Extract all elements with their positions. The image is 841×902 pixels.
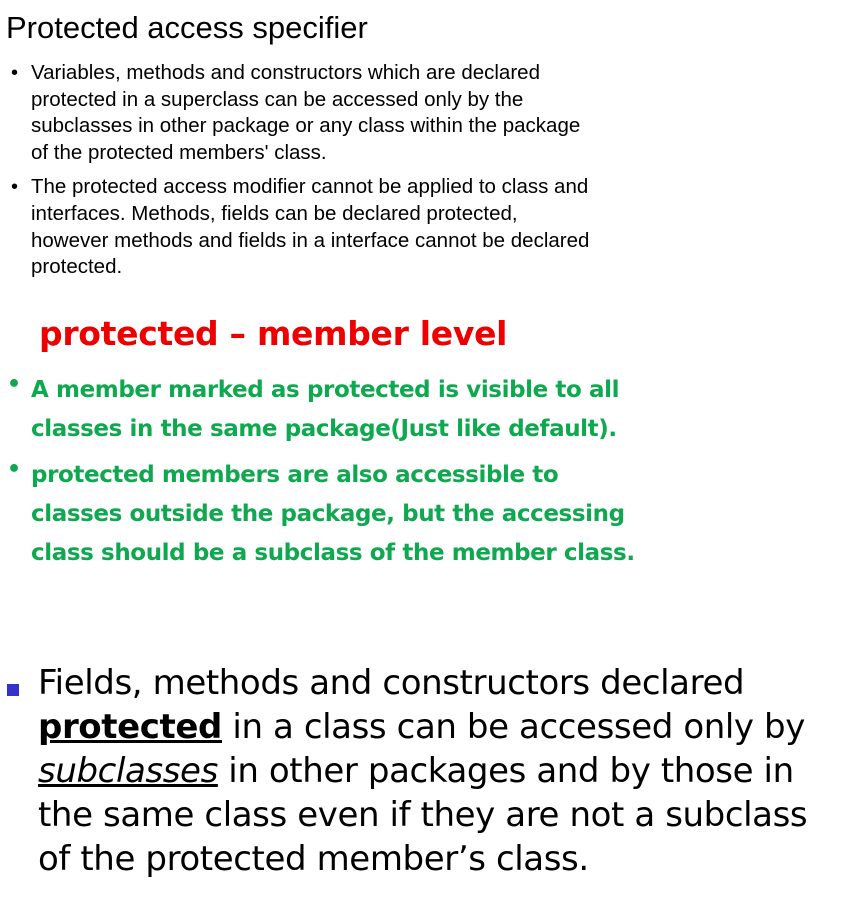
specifier-bullet-list: • Variables, methods and constructors wh… xyxy=(0,60,600,289)
bullet-icon: • xyxy=(7,457,21,482)
list-item-text: Variables, methods and constructors whic… xyxy=(31,61,581,164)
summary-text: Fields, methods and constructors declare… xyxy=(38,661,818,881)
list-item-text: protected members are also accessible to… xyxy=(31,462,635,566)
list-item-text: A member marked as protected is visible … xyxy=(31,377,620,442)
member-level-heading: protected – member level xyxy=(39,314,508,353)
member-level-bullet-list: • A member marked as protected is visibl… xyxy=(0,371,640,580)
bullet-icon: • xyxy=(11,62,19,84)
list-item: • Variables, methods and constructors wh… xyxy=(0,60,600,166)
bullet-icon: • xyxy=(11,176,19,199)
subclasses-emphasis: subclasses xyxy=(38,751,218,791)
summary-part-1: Fields, methods and constructors declare… xyxy=(38,663,745,703)
list-item: • A member marked as protected is visibl… xyxy=(0,371,640,449)
summary-part-2: in a class can be accessed only by xyxy=(221,707,805,747)
protected-keyword: protected xyxy=(38,707,222,747)
bullet-icon: • xyxy=(7,372,21,397)
page-title: Protected access specifier xyxy=(6,10,368,45)
square-bullet-icon xyxy=(7,684,19,696)
list-item-text: The protected access modifier cannot be … xyxy=(31,175,590,279)
summary-paragraph: Fields, methods and constructors declare… xyxy=(0,661,841,881)
list-item: • protected members are also accessible … xyxy=(0,456,640,573)
list-item: • The protected access modifier cannot b… xyxy=(0,174,600,280)
